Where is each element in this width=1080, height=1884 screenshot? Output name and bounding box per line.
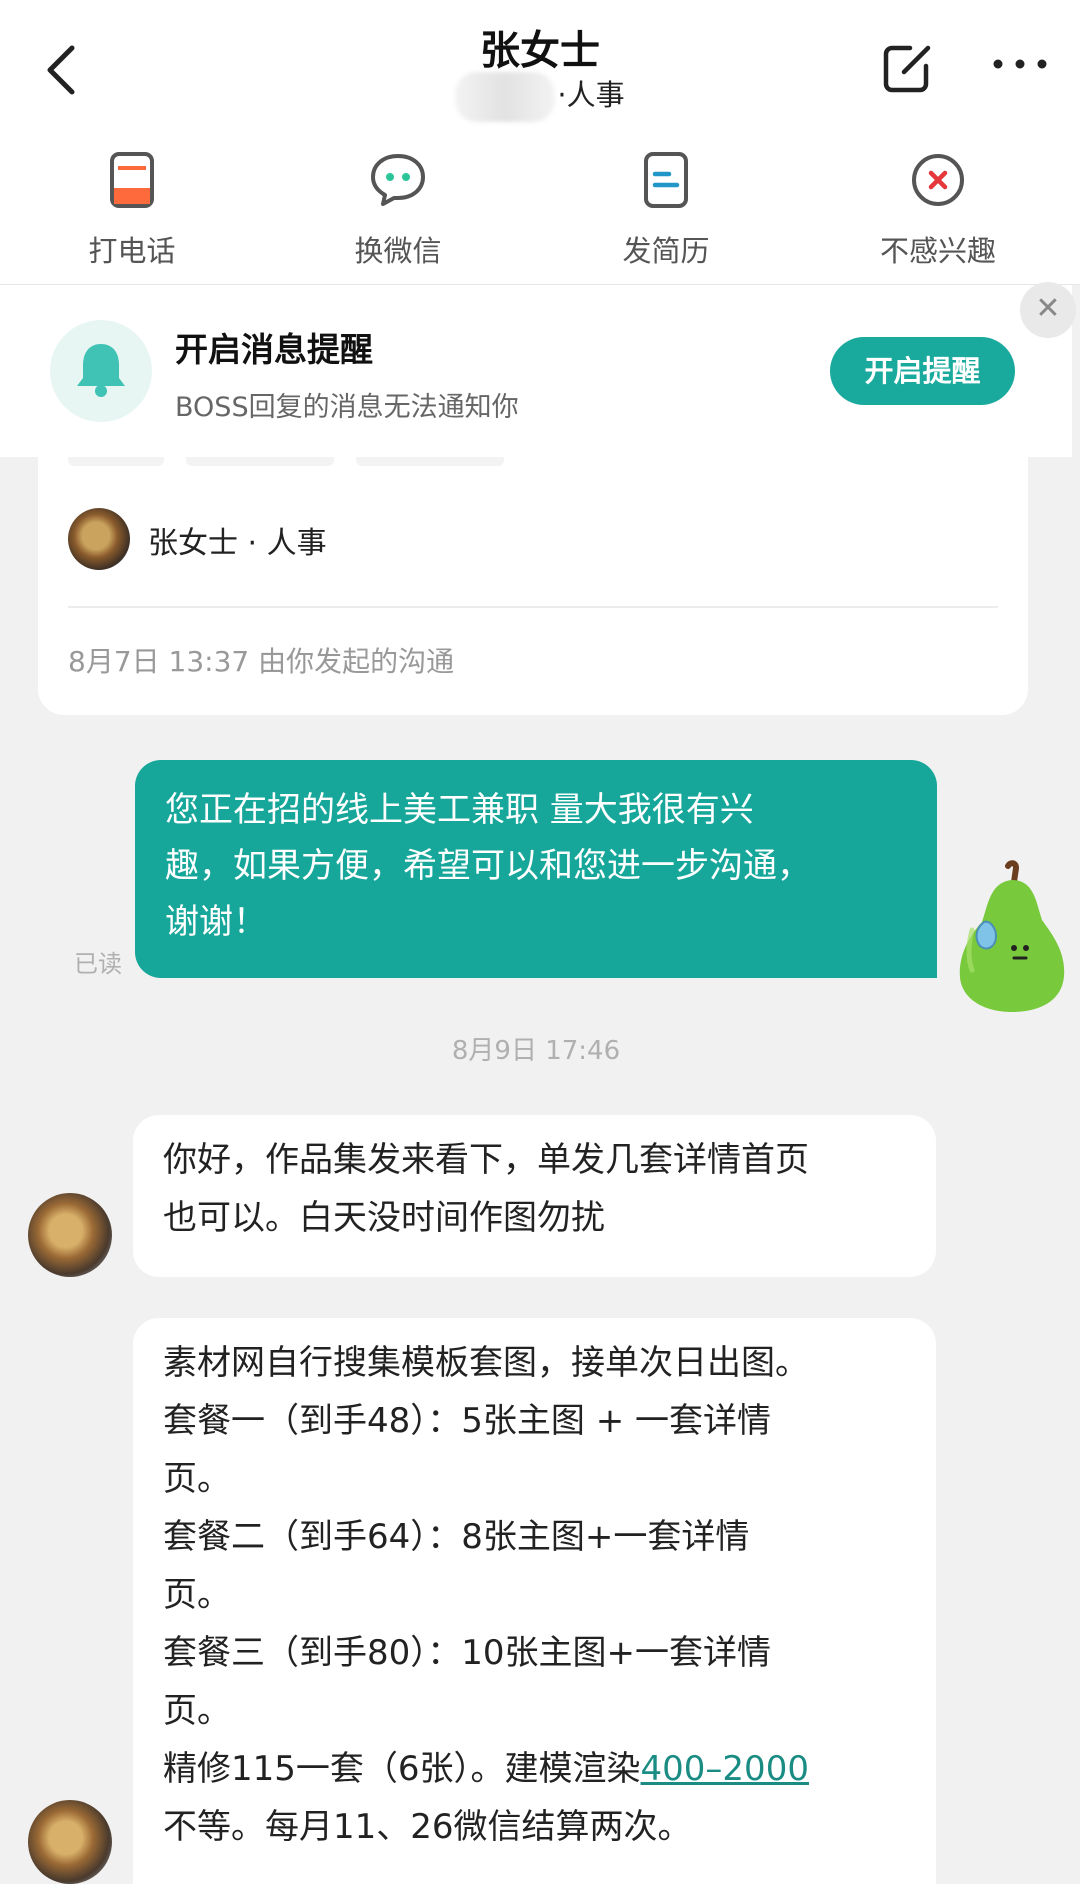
message-text: 精修115一套（6张）。建模渲染 [163,1749,641,1789]
price-range-link[interactable]: 400–2000 [641,1749,809,1789]
message-line: 套餐二（到手64）：8张主图+一套详情 [163,1517,750,1557]
blurred-company-name [455,72,556,122]
message-line: 页。 [163,1575,231,1615]
contact-message-bubble[interactable]: 你好，作品集发来看下，单发几套详情首页 也可以。白天没时间作图勿扰 [133,1115,936,1277]
message-line: 不等。每月11、26微信结算两次。 [163,1807,692,1847]
time-divider: 8月9日 17:46 [451,1036,621,1066]
bell-icon [77,344,125,397]
resume-label: 发简历 [622,234,710,268]
message-line: 素材网自行搜集模板套图，接单次日出图。 [163,1343,809,1383]
my-message-bubble[interactable]: 您正在招的线上美工兼职 量大我很有兴 趣，如果方便，希望可以和您进一步沟通， 谢… [135,760,937,978]
notification-description: BOSS回复的消息无法通知你 [175,392,519,423]
send-resume-button[interactable]: 发简历 [576,150,756,270]
edit-icon[interactable] [880,40,936,96]
contact-message-bubble[interactable]: 素材网自行搜集模板套图，接单次日出图。 套餐一（到手48）：5张主图 + 一套详… [133,1318,936,1884]
contact-avatar[interactable] [28,1193,112,1277]
bell-badge [50,320,152,422]
notification-title: 开启消息提醒 [175,330,373,369]
conversation-start-time: 8月7日 13:37 由你发起的沟通 [68,645,455,678]
divider [68,606,998,608]
contact-role: ·人事 [557,78,625,112]
swap-wechat-button[interactable]: 换微信 [308,150,488,270]
message-line: 您正在招的线上美工兼职 量大我很有兴 [165,790,754,830]
message-line: 谢谢！ [165,902,267,942]
call-label: 打电话 [88,234,176,268]
not-interested-button[interactable]: 不感兴趣 [848,150,1028,270]
message-line: 精修115一套（6张）。建模渲染400–2000 [163,1740,906,1798]
message-line: 套餐一（到手48）：5张主图 + 一套详情 [163,1401,771,1441]
message-line: 你好，作品集发来看下，单发几套详情首页 [163,1140,809,1180]
message-line: 套餐三（到手80）：10张主图+一套详情 [163,1633,772,1673]
message-line: 页。 [163,1691,231,1731]
my-avatar[interactable] [950,860,1072,1015]
wechat-icon [371,154,425,206]
chat-header: 张女士 ·人事 打电话 换微信 发简历 不感兴趣 [0,0,1080,285]
hr-avatar [68,508,130,570]
resume-icon [644,152,688,208]
call-button[interactable]: 打电话 [42,150,222,270]
hr-name: 张女士 · 人事 [148,526,327,561]
read-status: 已读 [74,950,122,978]
not-interested-label: 不感兴趣 [879,234,996,268]
enable-reminder-button[interactable]: 开启提醒 [830,337,1015,405]
notification-banner: 开启消息提醒 BOSS回复的消息无法通知你 开启提醒 [0,285,1072,457]
not-interested-icon [912,154,964,206]
wechat-label: 换微信 [354,234,442,268]
quick-actions: 打电话 换微信 发简历 不感兴趣 [0,150,1080,270]
close-banner-button[interactable]: ✕ [1020,282,1076,338]
job-card[interactable]: 潍坊经验不限学历不限 张女士 · 人事 8月7日 13:37 由你发起的沟通 [38,440,1028,715]
phone-card-icon [110,152,154,208]
more-icon[interactable] [990,52,1050,76]
contact-avatar[interactable] [28,1800,112,1884]
message-line: 页。 [163,1459,231,1499]
message-line: 趣，如果方便，希望可以和您进一步沟通， [165,846,811,886]
message-line: 也可以。白天没时间作图勿扰 [163,1198,605,1238]
